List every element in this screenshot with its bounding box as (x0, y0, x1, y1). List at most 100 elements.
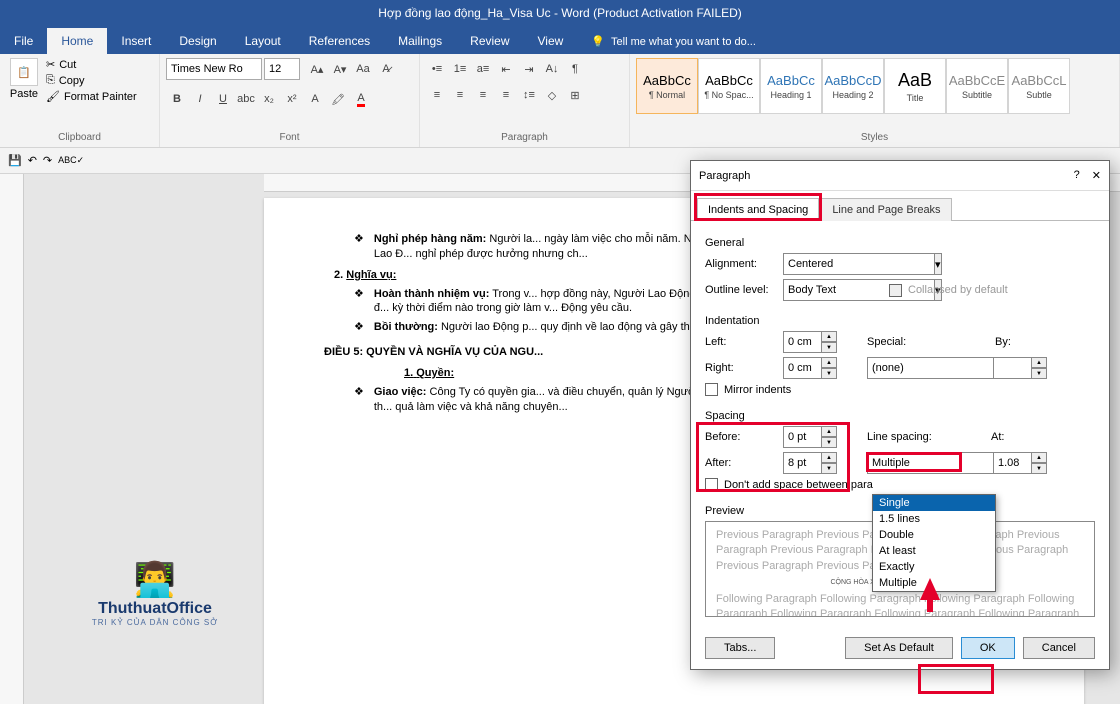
collapsed-checkbox (889, 284, 902, 297)
change-case-button[interactable]: Aa (352, 58, 374, 80)
bold-button[interactable]: B (166, 88, 188, 110)
help-icon[interactable]: ? (1074, 169, 1080, 182)
mirror-checkbox[interactable] (705, 383, 718, 396)
style-title[interactable]: AaBTitle (884, 58, 946, 114)
highlight-button[interactable]: 🖍 (327, 88, 349, 110)
copy-button[interactable]: ⎘Copy (46, 74, 137, 87)
tab-layout[interactable]: Layout (231, 28, 295, 54)
cut-button[interactable]: ✂Cut (46, 58, 137, 71)
dd-1-5[interactable]: 1.5 lines (873, 511, 995, 527)
tab-indents-spacing[interactable]: Indents and Spacing (697, 198, 819, 221)
vertical-ruler[interactable] (0, 174, 24, 704)
style-subtle[interactable]: AaBbCcLSubtle (1008, 58, 1070, 114)
dd-atleast[interactable]: At least (873, 543, 995, 559)
multilevel-button[interactable]: a≡ (472, 58, 494, 80)
numbering-button[interactable]: 1≡ (449, 58, 471, 80)
before-label: Before: (705, 431, 775, 443)
shading-button[interactable]: ◇ (541, 84, 563, 106)
align-center-button[interactable]: ≡ (449, 84, 471, 106)
ok-button[interactable]: OK (961, 637, 1015, 659)
line-spacing-select[interactable]: ▾ (867, 452, 977, 474)
tell-me-text: Tell me what you want to do... (611, 36, 756, 48)
tell-me-search[interactable]: 💡 Tell me what you want to do... (577, 29, 770, 54)
special-select[interactable]: ▾ (867, 357, 977, 379)
sort-button[interactable]: A↓ (541, 58, 563, 80)
shrink-font-button[interactable]: A▾ (329, 58, 351, 80)
italic-button[interactable]: I (189, 88, 211, 110)
save-icon[interactable]: 💾 (8, 154, 22, 167)
format-painter-button[interactable]: 🖌Format Painter (46, 90, 137, 103)
scissors-icon: ✂ (46, 58, 55, 71)
styles-gallery[interactable]: AaBbCc¶ Normal AaBbCc¶ No Spac... AaBbCc… (636, 58, 1070, 114)
justify-button[interactable]: ≡ (495, 84, 517, 106)
right-indent-spinner[interactable]: ▲▼ (783, 357, 839, 379)
dont-add-space-checkbox[interactable] (705, 478, 718, 491)
dd-exactly[interactable]: Exactly (873, 559, 995, 575)
tab-review[interactable]: Review (456, 28, 523, 54)
grow-font-button[interactable]: A▴ (306, 58, 328, 80)
collapsed-label: Collapsed by default (908, 284, 1008, 296)
cancel-button[interactable]: Cancel (1023, 637, 1095, 659)
increase-indent-button[interactable]: ⇥ (518, 58, 540, 80)
underline-button[interactable]: U (212, 88, 234, 110)
tab-line-page-breaks[interactable]: Line and Page Breaks (821, 198, 951, 221)
superscript-button[interactable]: x² (281, 88, 303, 110)
style-heading1[interactable]: AaBbCcHeading 1 (760, 58, 822, 114)
font-name-select[interactable] (166, 58, 262, 80)
align-left-button[interactable]: ≡ (426, 84, 448, 106)
redo-icon[interactable]: ↷ (43, 154, 52, 167)
subscript-button[interactable]: x₂ (258, 88, 280, 110)
after-label: After: (705, 457, 775, 469)
decrease-indent-button[interactable]: ⇤ (495, 58, 517, 80)
outline-select[interactable]: ▾ (783, 279, 869, 301)
paste-button[interactable]: Paste (10, 88, 38, 100)
ribbon: 📋 Paste ✂Cut ⎘Copy 🖌Format Painter Clipb… (0, 54, 1120, 148)
tabs-button[interactable]: Tabs... (705, 637, 775, 659)
tab-view[interactable]: View (524, 28, 578, 54)
ribbon-tabs: File Home Insert Design Layout Reference… (0, 26, 1120, 54)
show-marks-button[interactable]: ¶ (564, 58, 586, 80)
copy-icon: ⎘ (46, 74, 55, 87)
borders-button[interactable]: ⊞ (564, 84, 586, 106)
font-size-select[interactable] (264, 58, 300, 80)
style-normal[interactable]: AaBbCc¶ Normal (636, 58, 698, 114)
by-spinner[interactable]: ▲▼ (993, 357, 1049, 379)
after-spinner[interactable]: ▲▼ (783, 452, 839, 474)
tab-references[interactable]: References (295, 28, 384, 54)
style-heading2[interactable]: AaBbCcDHeading 2 (822, 58, 884, 114)
strike-button[interactable]: abc (235, 88, 257, 110)
font-group-label: Font (166, 130, 413, 145)
annotation-arrow-icon (920, 578, 940, 600)
special-label: Special: (867, 336, 937, 348)
chevron-down-icon[interactable]: ▾ (934, 253, 942, 275)
clipboard-group-label: Clipboard (6, 130, 153, 145)
undo-icon[interactable]: ↶ (28, 154, 37, 167)
brush-icon: 🖌 (46, 90, 60, 103)
style-nospacing[interactable]: AaBbCc¶ No Spac... (698, 58, 760, 114)
text-effects-button[interactable]: A (304, 88, 326, 110)
tab-insert[interactable]: Insert (107, 28, 165, 54)
line-spacing-button[interactable]: ↕≡ (518, 84, 540, 106)
style-subtitle[interactable]: AaBbCcESubtitle (946, 58, 1008, 114)
paste-icon[interactable]: 📋 (10, 58, 38, 86)
align-right-button[interactable]: ≡ (472, 84, 494, 106)
dialog-title: Paragraph (699, 170, 750, 182)
at-spinner[interactable]: ▲▼ (993, 452, 1049, 474)
left-indent-spinner[interactable]: ▲▼ (783, 331, 839, 353)
before-spinner[interactable]: ▲▼ (783, 426, 839, 448)
tab-file[interactable]: File (0, 28, 47, 54)
set-default-button[interactable]: Set As Default (845, 637, 953, 659)
bullets-button[interactable]: •≡ (426, 58, 448, 80)
tab-home[interactable]: Home (47, 28, 107, 54)
dont-add-space-label: Don't add space between para (724, 479, 873, 491)
tab-mailings[interactable]: Mailings (384, 28, 456, 54)
close-icon[interactable]: ✕ (1092, 169, 1101, 182)
clear-format-button[interactable]: A̷ (375, 58, 397, 80)
spellcheck-icon[interactable]: ABC✓ (58, 155, 84, 166)
dd-double[interactable]: Double (873, 527, 995, 543)
font-color-button[interactable]: A (350, 88, 372, 110)
alignment-select[interactable]: ▾ (783, 253, 869, 275)
at-label: At: (991, 431, 1021, 443)
dd-single[interactable]: Single (873, 495, 995, 511)
tab-design[interactable]: Design (165, 28, 230, 54)
